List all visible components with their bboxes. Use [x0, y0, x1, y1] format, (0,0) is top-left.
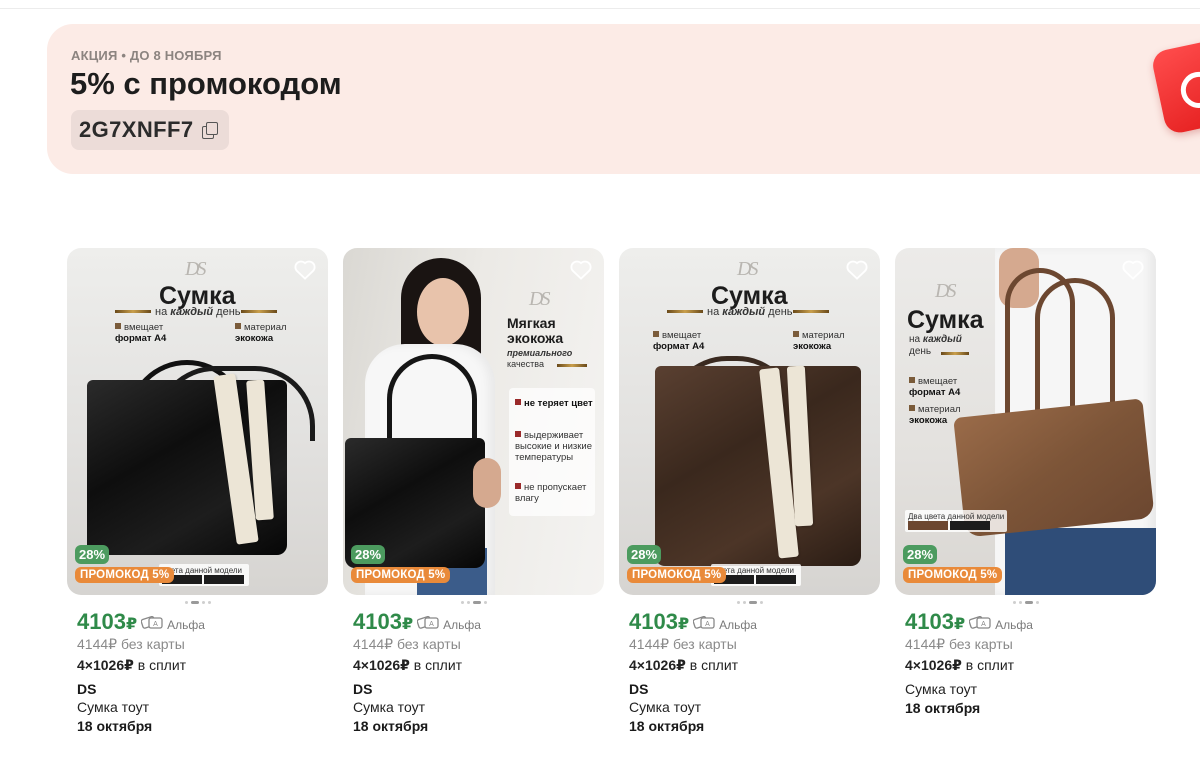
price: 4103₽ [905, 609, 966, 634]
top-divider [0, 8, 1200, 9]
product-card[interactable]: DS Сумка на каждый день вмещает формат А4… [67, 248, 328, 734]
product-title[interactable]: Сумка тоут [67, 699, 328, 715]
brand-logo-icon: DS [185, 258, 207, 280]
gold-line [941, 352, 969, 355]
color-swatches: Два цвета данной модели [905, 510, 1008, 533]
product-image[interactable]: DS Мягкая экокожа премиального качества не… [343, 248, 604, 595]
brand-logo-icon: DS [935, 280, 957, 302]
product-brand[interactable]: DS [619, 681, 880, 697]
product-title[interactable]: Сумка тоут [895, 681, 1156, 697]
copy-icon[interactable] [201, 121, 219, 139]
price-row: 4103₽ A Альфа [619, 609, 880, 635]
image-feature: материал экокожа [793, 330, 845, 352]
image-pagination[interactable] [895, 595, 1156, 609]
favorite-heart-icon[interactable] [294, 260, 316, 280]
image-pagination[interactable] [343, 595, 604, 609]
promo-title: 5% с промокодом [70, 66, 342, 101]
image-feature: материал экокожа [909, 404, 961, 426]
bank-card-icon: A [417, 616, 439, 629]
delivery-date: 18 октября [629, 718, 705, 734]
svg-text:A: A [153, 621, 158, 628]
bag-strap [387, 354, 477, 449]
price-row: 4103₽ A Альфа [895, 609, 1156, 635]
image-feature: вмещает формат А4 [115, 322, 167, 344]
bank-card-icon: A [969, 616, 991, 629]
product-card[interactable]: DS Сумка на каждый день вмещает формат А4 … [895, 248, 1156, 716]
brand-logo-icon: DS [529, 288, 551, 310]
favorite-heart-icon[interactable] [846, 260, 868, 280]
split-payment[interactable]: 4×1026₽ в сплит [895, 657, 1156, 674]
price-without-card: 4144₽ без карты [353, 636, 461, 652]
promo-tag: АКЦИЯ • ДО 8 НОЯБРЯ [71, 48, 222, 63]
brand-logo-icon: DS [737, 258, 759, 280]
price-without-card: 4144₽ без карты [905, 636, 1013, 652]
split-payment[interactable]: 4×1026₽ в сплит [343, 657, 604, 674]
price-without-card: 4144₽ без карты [629, 636, 737, 652]
gold-line [115, 310, 151, 313]
delivery-date: 18 октября [77, 718, 153, 734]
favorite-heart-icon[interactable] [1122, 260, 1144, 280]
price-row: 4103₽ A Альфа [343, 609, 604, 635]
image-feature: вмещает формат А4 [909, 376, 961, 398]
bank-name: Альфа [995, 618, 1033, 632]
gold-line [793, 310, 829, 313]
gold-line [241, 310, 277, 313]
image-subline: на каждый день [155, 306, 241, 318]
price-row: 4103₽ A Альфа [67, 609, 328, 635]
product-image[interactable]: DS Сумка на каждый день вмещает формат А4… [67, 248, 328, 595]
promo-code-text: 2G7XNFF7 [79, 117, 194, 142]
bank-card-icon: A [141, 616, 163, 629]
bank-name: Альфа [443, 618, 481, 632]
gold-line [557, 364, 587, 367]
price: 4103₽ [353, 609, 414, 634]
bank-name: Альфа [167, 618, 205, 632]
favorite-heart-icon[interactable] [570, 260, 592, 280]
image-feature: материал экокожа [235, 322, 287, 344]
bank-name: Альфа [719, 618, 757, 632]
product-image[interactable]: DS Сумка на каждый день вмещает формат А4 … [895, 248, 1156, 595]
product-card[interactable]: DS Мягкая экокожа премиального качества не… [343, 248, 604, 734]
image-headline: Мягкая экокожа [507, 315, 564, 346]
split-payment[interactable]: 4×1026₽ в сплит [67, 657, 328, 674]
price-without-card: 4144₽ без карты [77, 636, 185, 652]
svg-text:A: A [429, 621, 434, 628]
model-jeans [1005, 528, 1156, 595]
price: 4103₽ [77, 609, 138, 634]
image-pagination[interactable] [619, 595, 880, 609]
discount-badge: 28% [351, 545, 386, 564]
promo-code-badge: ПРОМОКОД 5% [351, 567, 451, 583]
promo-code-badge: ПРОМОКОД 5% [75, 567, 175, 583]
model-hand [473, 458, 501, 508]
promo-code-badge: ПРОМОКОД 5% [627, 567, 727, 583]
bag-photo [655, 366, 861, 566]
product-image[interactable]: DS Сумка на каждый день вмещает формат А4… [619, 248, 880, 595]
product-title[interactable]: Сумка тоут [619, 699, 880, 715]
benefits-box: не теряет цвет выдерживает высокие и низ… [509, 388, 595, 516]
delivery-date: 18 октября [353, 718, 429, 734]
discount-badge: 28% [75, 545, 110, 564]
promo-banner[interactable]: АКЦИЯ • ДО 8 НОЯБРЯ 5% с промокодом 2G7X… [47, 24, 1200, 174]
discount-badge: 28% [627, 545, 662, 564]
bank-card-icon: A [693, 616, 715, 629]
product-brand[interactable]: DS [67, 681, 328, 697]
gold-line [667, 310, 703, 313]
model-face [417, 278, 469, 346]
image-headline: Сумка [907, 306, 984, 334]
svg-text:A: A [981, 621, 986, 628]
discount-badge: 28% [903, 545, 938, 564]
product-title[interactable]: Сумка тоут [343, 699, 604, 715]
product-brand[interactable]: DS [343, 681, 604, 697]
promo-code-badge: ПРОМОКОД 5% [903, 567, 1003, 583]
image-subline: на каждый день [707, 306, 793, 318]
promo-code-button[interactable]: 2G7XNFF7 [71, 110, 230, 150]
split-payment[interactable]: 4×1026₽ в сплит [619, 657, 880, 674]
image-feature: вмещает формат А4 [653, 330, 705, 352]
svg-text:A: A [705, 621, 710, 628]
product-card[interactable]: DS Сумка на каждый день вмещает формат А4… [619, 248, 880, 734]
price: 4103₽ [629, 609, 690, 634]
delivery-date: 18 октября [905, 700, 981, 716]
image-pagination[interactable] [67, 595, 328, 609]
